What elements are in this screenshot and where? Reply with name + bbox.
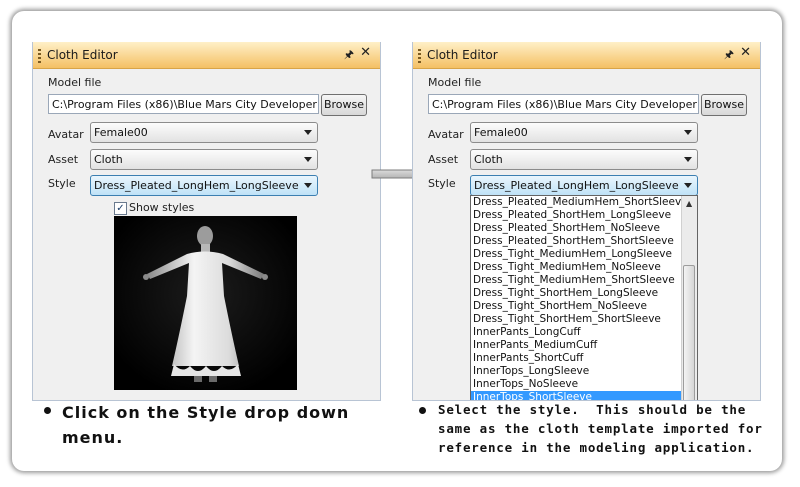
dress-model-figure bbox=[114, 216, 297, 390]
right-caption-line3: reference in the modeling application. bbox=[438, 440, 755, 455]
left-caption: Click on the Style drop down menu. bbox=[62, 400, 349, 450]
panel-title: Cloth Editor bbox=[47, 48, 118, 62]
dropdown-option[interactable]: Dress_Pleated_MediumHem_ShortSleeve bbox=[471, 196, 697, 209]
chevron-down-icon bbox=[684, 157, 692, 162]
right-caption-line1: Select the style. This should be the bbox=[438, 402, 747, 417]
dropdown-option[interactable]: Dress_Tight_ShortHem_ShortSleeve bbox=[471, 313, 697, 326]
style-label: Style bbox=[428, 177, 456, 190]
asset-value: Cloth bbox=[474, 153, 503, 166]
dropdown-option[interactable]: Dress_Tight_ShortHem_LongSleeve bbox=[471, 287, 697, 300]
dropdown-option[interactable]: Dress_Tight_MediumHem_LongSleeve bbox=[471, 248, 697, 261]
panel-title: Cloth Editor bbox=[427, 48, 498, 62]
chevron-down-icon bbox=[304, 183, 312, 188]
asset-select[interactable]: Cloth bbox=[90, 149, 318, 170]
dropdown-option[interactable]: InnerTops_NoSleeve bbox=[471, 378, 697, 391]
avatar-select[interactable]: Female00 bbox=[90, 122, 318, 143]
style-label: Style bbox=[48, 177, 76, 190]
style-select[interactable]: Dress_Pleated_LongHem_LongSleeve bbox=[470, 175, 698, 196]
show-styles-checkbox[interactable]: ✓ bbox=[114, 202, 127, 215]
asset-label: Asset bbox=[428, 153, 459, 166]
chevron-down-icon bbox=[304, 130, 312, 135]
avatar-value: Female00 bbox=[474, 126, 528, 139]
tutorial-card: Cloth Editor 🖈︎ ✕ Model file C:\Program … bbox=[12, 11, 782, 471]
chevron-down-icon bbox=[684, 183, 692, 188]
drag-grip-icon[interactable] bbox=[38, 49, 41, 63]
asset-value: Cloth bbox=[94, 153, 123, 166]
close-icon[interactable]: ✕ bbox=[360, 45, 371, 60]
dropdown-option[interactable]: Dress_Tight_ShortHem_NoSleeve bbox=[471, 300, 697, 313]
pin-icon[interactable]: 🖈︎ bbox=[724, 46, 734, 65]
bullet-icon bbox=[44, 407, 51, 414]
dropdown-option[interactable]: Dress_Pleated_ShortHem_LongSleeve bbox=[471, 209, 697, 222]
avatar-label: Avatar bbox=[428, 128, 464, 141]
cloth-editor-panel-right: Cloth Editor 🖈︎ ✕ Model file C:\Program … bbox=[412, 42, 761, 401]
dropdown-option[interactable]: InnerPants_ShortCuff bbox=[471, 352, 697, 365]
dropdown-option[interactable]: Dress_Pleated_ShortHem_ShortSleeve bbox=[471, 235, 697, 248]
scroll-up-icon[interactable]: ▲ bbox=[686, 199, 692, 208]
right-caption: Select the style. This should be the sam… bbox=[438, 400, 763, 457]
panel-titlebar[interactable]: Cloth Editor 🖈︎ ✕ bbox=[413, 42, 760, 69]
right-caption-line2: same as the cloth template imported for bbox=[438, 421, 763, 436]
model-file-label: Model file bbox=[428, 76, 482, 89]
panel-titlebar[interactable]: Cloth Editor 🖈︎ ✕ bbox=[33, 42, 380, 69]
model-file-field[interactable]: C:\Program Files (x86)\Blue Mars City De… bbox=[428, 94, 699, 114]
dropdown-scrollbar[interactable]: ▲ bbox=[681, 196, 697, 400]
asset-select[interactable]: Cloth bbox=[470, 149, 698, 170]
avatar-select[interactable]: Female00 bbox=[470, 122, 698, 143]
dropdown-option[interactable]: Dress_Tight_MediumHem_ShortSleeve bbox=[471, 274, 697, 287]
browse-button[interactable]: Browse bbox=[321, 94, 367, 116]
left-caption-line1: Click on the Style drop down bbox=[62, 403, 350, 422]
asset-label: Asset bbox=[48, 153, 79, 166]
dropdown-option[interactable]: InnerTops_LongSleeve bbox=[471, 365, 697, 378]
dropdown-option[interactable]: Dress_Tight_MediumHem_NoSleeve bbox=[471, 261, 697, 274]
dropdown-option[interactable]: Dress_Pleated_ShortHem_NoSleeve bbox=[471, 222, 697, 235]
dropdown-option[interactable]: InnerPants_LongCuff bbox=[471, 326, 697, 339]
style-value: Dress_Pleated_LongHem_LongSleeve bbox=[94, 179, 299, 192]
show-styles-label: Show styles bbox=[129, 201, 195, 214]
style-value: Dress_Pleated_LongHem_LongSleeve bbox=[474, 179, 679, 192]
pin-icon[interactable]: 🖈︎ bbox=[344, 46, 354, 65]
style-dropdown-list[interactable]: Dress_Pleated_MediumHem_ShortSleeve Dress… bbox=[470, 195, 698, 400]
style-select[interactable]: Dress_Pleated_LongHem_LongSleeve bbox=[90, 175, 318, 196]
left-caption-line2: menu. bbox=[62, 428, 124, 447]
chevron-down-icon bbox=[304, 157, 312, 162]
close-icon[interactable]: ✕ bbox=[740, 45, 751, 60]
scrollbar-thumb[interactable] bbox=[683, 265, 695, 400]
style-preview-image bbox=[114, 216, 297, 390]
dropdown-option[interactable]: InnerPants_MediumCuff bbox=[471, 339, 697, 352]
browse-button[interactable]: Browse bbox=[701, 94, 747, 116]
avatar-label: Avatar bbox=[48, 128, 84, 141]
drag-grip-icon[interactable] bbox=[418, 49, 421, 63]
model-file-field[interactable]: C:\Program Files (x86)\Blue Mars City De… bbox=[48, 94, 319, 114]
cloth-editor-panel-left: Cloth Editor 🖈︎ ✕ Model file C:\Program … bbox=[32, 42, 381, 401]
model-file-label: Model file bbox=[48, 76, 102, 89]
avatar-value: Female00 bbox=[94, 126, 148, 139]
bullet-icon bbox=[419, 407, 426, 414]
chevron-down-icon bbox=[684, 130, 692, 135]
